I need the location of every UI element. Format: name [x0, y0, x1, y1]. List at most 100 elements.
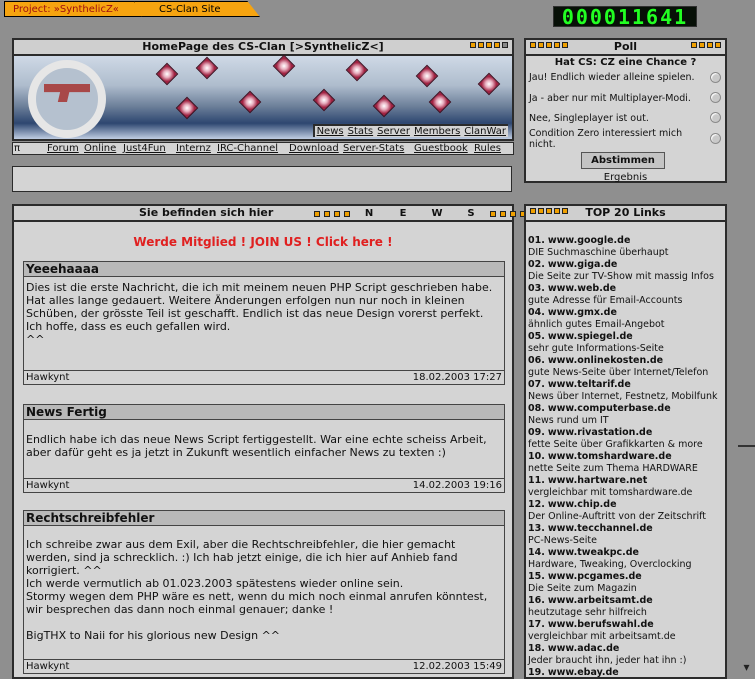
news-letter: E [399, 208, 407, 219]
top20-box: TOP 20 Links 01. www.google.de DIE Suchma… [524, 204, 727, 679]
top-link[interactable]: 15. www.pcgames.de [528, 571, 642, 583]
link-url[interactable]: www.gmx.de [548, 307, 617, 318]
top-link[interactable]: 14. www.tweakpc.de [528, 547, 639, 559]
news-article: Rechtschreibfehler Ich schreibe zwar aus… [23, 510, 505, 674]
top-link[interactable]: 05. www.spiegel.de [528, 331, 633, 343]
link-description: gute News-Seite über Internet/Telefon [528, 367, 709, 378]
poll-result-link[interactable]: Ergebnis [526, 172, 725, 183]
link-url[interactable]: www.ebay.de [548, 667, 619, 677]
news-article: Yeeehaaaa Dies ist die erste Nachricht, … [23, 261, 505, 385]
top-link[interactable]: 01. www.google.de [528, 235, 630, 247]
top-link[interactable]: 10. www.tomshardware.de [528, 451, 672, 463]
gem-icon [415, 64, 439, 88]
nav-members[interactable]: Members [414, 126, 460, 137]
location-label: Sie befinden sich hier [139, 206, 274, 219]
top-link[interactable]: 12. www.chip.de [528, 499, 617, 511]
link-description: Der Online-Auftritt von der Zeitschrift [528, 511, 707, 522]
article-date: 18.02.2003 17:27 [412, 372, 502, 383]
link-url[interactable]: www.computerbase.de [548, 403, 671, 414]
nav-clanwar[interactable]: ClanWar [464, 126, 506, 137]
top-link[interactable]: 04. www.gmx.de [528, 307, 617, 319]
poll-option-radio[interactable] [710, 133, 721, 144]
scroll-down-arrow-icon[interactable]: ▾ [738, 660, 755, 679]
gem-icon [238, 90, 262, 114]
poll-option-radio[interactable] [710, 72, 721, 83]
top-link[interactable]: 03. www.web.de [528, 283, 616, 295]
nav-server[interactable]: Server [377, 126, 410, 137]
link-url[interactable]: www.giga.de [548, 259, 617, 270]
link-url[interactable]: www.google.de [548, 235, 631, 246]
top-link[interactable]: 16. www.arbeitsamt.de [528, 595, 653, 607]
subnav-guestbook[interactable]: Guestbook [414, 143, 468, 154]
top-link[interactable]: 09. www.rivastation.de [528, 427, 652, 439]
link-description: ähnlich gutes Email-Angebot [528, 319, 665, 330]
top-link[interactable]: 19. www.ebay.de [528, 667, 619, 678]
top-link[interactable]: 08. www.computerbase.de [528, 403, 671, 415]
link-rank: 18. [528, 643, 545, 654]
scrollbar-thumb-mark[interactable] [738, 445, 755, 447]
poll-option-label: Nee, Singleplayer ist out. [529, 113, 649, 124]
link-url[interactable]: www.adac.de [548, 643, 619, 654]
poll-box: Poll Hat CS: CZ eine Chance ? Jau! Endli… [524, 38, 727, 183]
subnav-forum[interactable]: Forum [47, 143, 79, 154]
link-url[interactable]: www.onlinekosten.de [548, 355, 663, 366]
subnav-rules[interactable]: Rules [474, 143, 501, 154]
link-url[interactable]: www.berufswahl.de [548, 619, 654, 630]
link-url[interactable]: www.tecchannel.de [548, 523, 653, 534]
link-url[interactable]: www.chip.de [548, 499, 617, 510]
empty-bar [12, 166, 512, 192]
subnav-online[interactable]: Online [84, 143, 116, 154]
link-rank: 10. [528, 451, 545, 462]
nav-stats[interactable]: Stats [348, 126, 374, 137]
subnav-download[interactable]: Download [289, 143, 339, 154]
link-url[interactable]: www.teltarif.de [548, 379, 631, 390]
gem-icon [175, 96, 199, 120]
poll-option-radio[interactable] [710, 112, 721, 123]
scrollbar[interactable]: ▾ [738, 0, 755, 679]
vote-button[interactable]: Abstimmen [581, 152, 665, 169]
top-link[interactable]: 13. www.tecchannel.de [528, 523, 653, 535]
banner-nav: News Stats Server Members ClanWar [312, 124, 508, 137]
link-url[interactable]: www.hartware.net [548, 475, 647, 486]
tab-cs-clan-site[interactable]: CS-Clan Site [134, 1, 260, 17]
link-url[interactable]: www.rivastation.de [548, 427, 652, 438]
link-rank: 02. [528, 259, 545, 270]
pi-icon[interactable]: π [14, 143, 20, 154]
link-rank: 19. [528, 667, 545, 678]
top-link[interactable]: 11. www.hartware.net [528, 475, 647, 487]
banner-header: HomePage des CS-Clan [>SynthelicZ<] [14, 40, 512, 56]
poll-title: Poll [613, 40, 638, 53]
poll-option-radio[interactable] [710, 92, 721, 103]
link-url[interactable]: www.arbeitsamt.de [548, 595, 653, 606]
link-url[interactable]: www.tweakpc.de [548, 547, 639, 558]
subnav-irc-channel[interactable]: IRC-Channel [217, 143, 278, 154]
top-link[interactable]: 06. www.onlinekosten.de [528, 355, 663, 367]
link-url[interactable]: www.web.de [548, 283, 616, 294]
news-letter: N [364, 208, 374, 219]
top-link[interactable]: 07. www.teltarif.de [528, 379, 631, 391]
gem-icon [272, 54, 296, 78]
gem-icon [345, 58, 369, 82]
article-date: 12.02.2003 15:49 [412, 661, 502, 672]
top-link[interactable]: 02. www.giga.de [528, 259, 617, 271]
top20-title: TOP 20 Links [585, 206, 666, 219]
link-description: Die Seite zum Magazin [528, 583, 637, 594]
join-link[interactable]: Werde Mitglied ! JOIN US ! Click here ! [14, 235, 512, 249]
link-url[interactable]: www.spiegel.de [548, 331, 633, 342]
top-link[interactable]: 17. www.berufswahl.de [528, 619, 654, 631]
top-link[interactable]: 18. www.adac.de [528, 643, 619, 655]
link-rank: 14. [528, 547, 545, 558]
article-title: News Fertig [24, 405, 504, 420]
news-box: Sie befinden sich hier N E W S Werde Mit… [12, 204, 556, 679]
tab-project[interactable]: Project: »SynthelicZ« [4, 1, 146, 17]
subnav-server-stats[interactable]: Server-Stats [343, 143, 404, 154]
link-description: vergleichbar mit tomshardware.de [528, 487, 693, 498]
subnav-internz[interactable]: Internz [176, 143, 211, 154]
link-description: DIE Suchmaschine überhaupt [528, 247, 669, 258]
subnav-just4fun[interactable]: Just4Fun [123, 143, 166, 154]
link-url[interactable]: www.pcgames.de [548, 571, 642, 582]
link-rank: 04. [528, 307, 545, 318]
nav-news[interactable]: News [317, 126, 344, 137]
link-url[interactable]: www.tomshardware.de [548, 451, 672, 462]
link-rank: 15. [528, 571, 545, 582]
